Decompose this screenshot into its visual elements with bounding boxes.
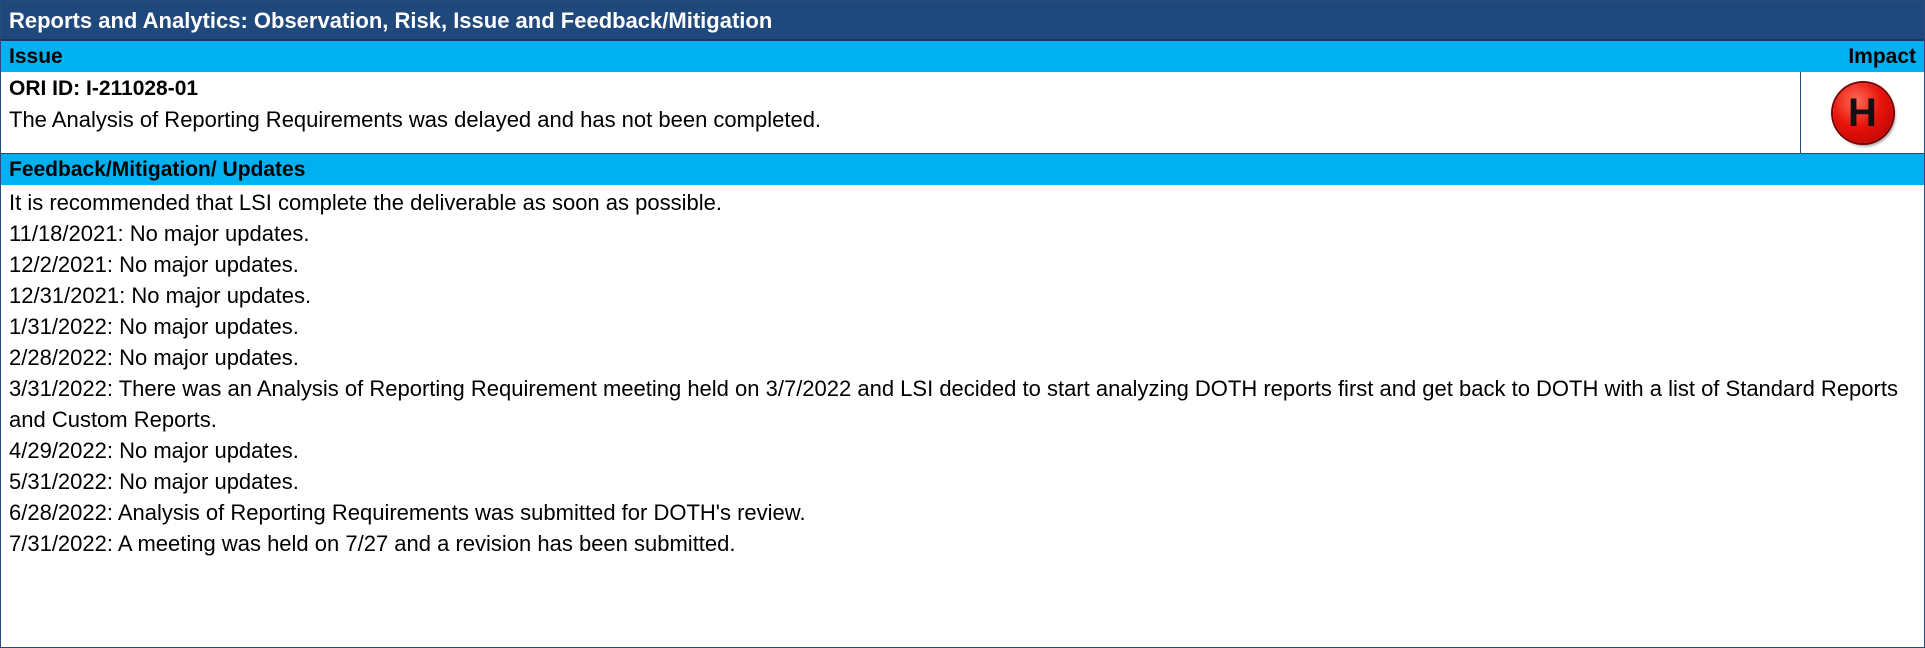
list-item: 1/31/2022: No major updates.: [9, 314, 299, 339]
list-item: 12/2/2021: No major updates.: [9, 252, 299, 277]
list-item: It is recommended that LSI complete the …: [9, 190, 722, 215]
list-item: 3/31/2022: There was an Analysis of Repo…: [9, 376, 1898, 432]
issue-section-header: Issue Impact: [1, 41, 1924, 72]
feedback-list: It is recommended that LSI complete the …: [1, 185, 1924, 559]
high-impact-icon: H: [1832, 82, 1893, 143]
list-item: 4/29/2022: No major updates.: [9, 438, 299, 463]
page-title: Reports and Analytics: Observation, Risk…: [1, 1, 1924, 41]
issue-row: ORI ID: I-211028-01 The Analysis of Repo…: [1, 72, 1924, 154]
issue-description: The Analysis of Reporting Requirements w…: [9, 107, 822, 132]
feedback-section-label: Feedback/Mitigation/ Updates: [9, 158, 306, 181]
ori-id: ORI ID: I-211028-01: [9, 77, 199, 100]
list-item: 11/18/2021: No major updates.: [9, 221, 310, 246]
issue-text-cell: ORI ID: I-211028-01 The Analysis of Repo…: [1, 72, 1801, 153]
list-item: 7/31/2022: A meeting was held on 7/27 an…: [9, 531, 736, 556]
list-item: 5/31/2022: No major updates.: [9, 469, 299, 494]
report-sheet: Reports and Analytics: Observation, Risk…: [0, 0, 1925, 648]
impact-cell: H: [1801, 72, 1924, 153]
list-item: 12/31/2021: No major updates.: [9, 283, 312, 308]
feedback-section-header: Feedback/Mitigation/ Updates: [1, 154, 1924, 185]
impact-letter: H: [1848, 90, 1877, 135]
list-item: 2/28/2022: No major updates.: [9, 345, 299, 370]
list-item: 6/28/2022: Analysis of Reporting Require…: [9, 500, 806, 525]
issue-section-label: Issue: [9, 45, 63, 68]
impact-column-label: Impact: [1848, 45, 1916, 68]
